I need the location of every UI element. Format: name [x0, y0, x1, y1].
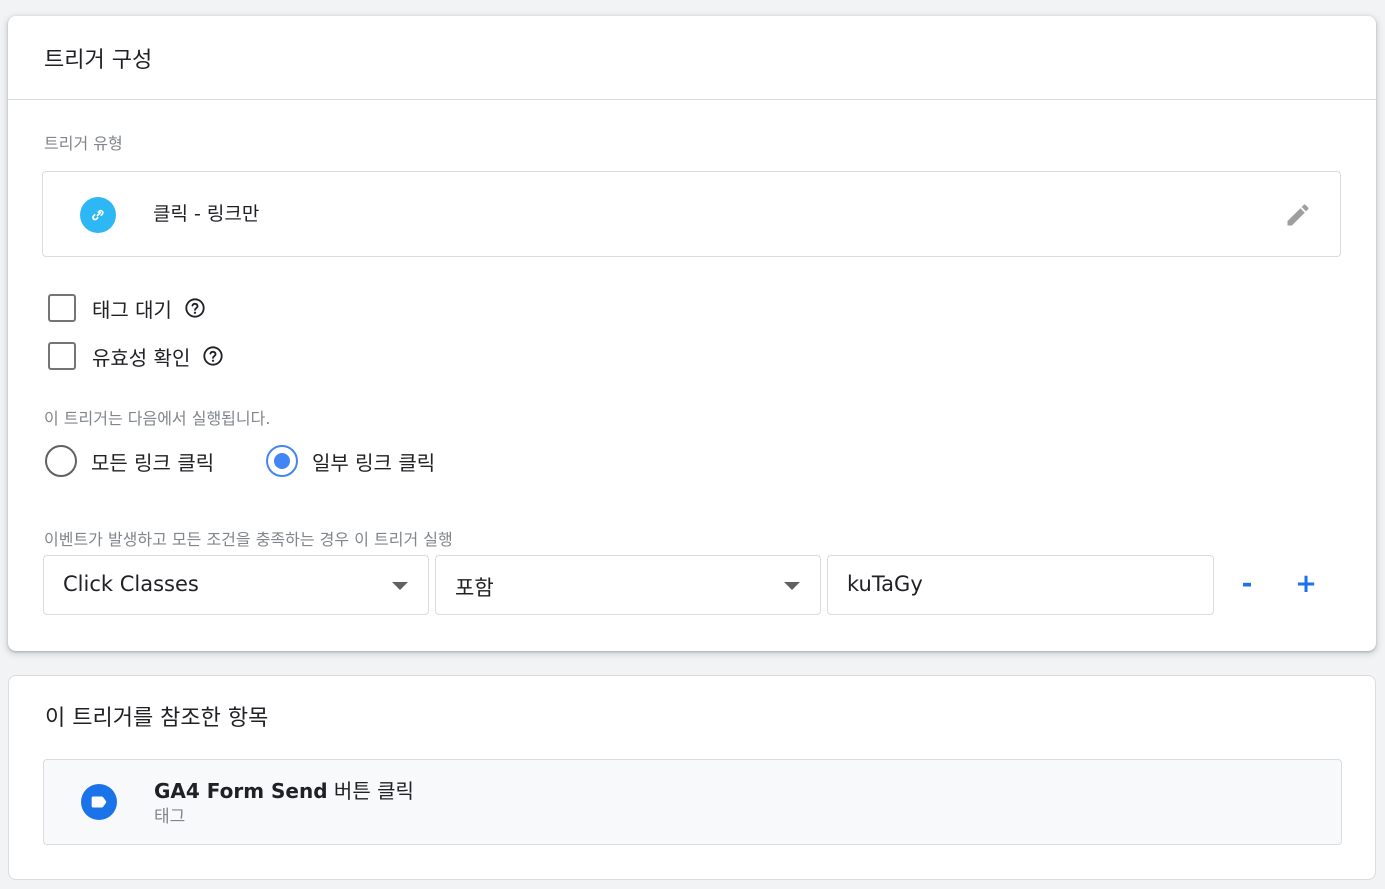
some-link-clicks-option[interactable]: 일부 링크 클릭: [266, 444, 435, 478]
link-icon: [80, 197, 116, 233]
some-link-clicks-radio[interactable]: [266, 445, 298, 477]
reference-kind: 태그: [154, 807, 186, 827]
condition-value: kuTaGy: [847, 572, 923, 596]
variable-value: Click Classes: [63, 572, 199, 596]
trigger-type-selector[interactable]: 클릭 - 링크만: [42, 171, 1341, 257]
condition-label: 이벤트가 발생하고 모든 조건을 충족하는 경우 이 트리거 실행: [44, 530, 453, 549]
reference-name: GA4 Form Send 버튼 클릭: [154, 775, 414, 804]
wait-for-tags-option[interactable]: 태그 대기: [48, 292, 206, 324]
reference-name-bold: GA4 Form Send: [154, 779, 328, 803]
help-icon[interactable]: [202, 345, 224, 367]
value-input[interactable]: kuTaGy: [827, 555, 1214, 615]
dropdown-arrow-icon: [784, 582, 800, 590]
fires-on-label: 이 트리거는 다음에서 실행됩니다.: [44, 409, 271, 428]
radio-label: 모든 링크 클릭: [91, 450, 215, 475]
checkbox-label: 태그 대기: [92, 297, 172, 322]
reference-item[interactable]: GA4 Form Send 버튼 클릭 태그: [43, 759, 1342, 845]
operator-select[interactable]: 포함: [435, 555, 821, 615]
tag-icon: [81, 784, 117, 820]
divider: [8, 99, 1376, 100]
trigger-config-card: 트리거 구성 트리거 유형 클릭 - 링크만 태그 대기 유효성 확인 이 트리…: [8, 16, 1376, 651]
remove-condition-button[interactable]: -: [1231, 568, 1263, 600]
all-link-clicks-option[interactable]: 모든 링크 클릭: [45, 444, 214, 478]
checkbox-label: 유효성 확인: [92, 345, 191, 370]
all-link-clicks-radio[interactable]: [45, 445, 77, 477]
card-title: 트리거 구성: [44, 48, 153, 73]
references-card: 이 트리거를 참조한 항목 GA4 Form Send 버튼 클릭 태그: [8, 675, 1376, 880]
references-title: 이 트리거를 참조한 항목: [45, 706, 269, 731]
radio-label: 일부 링크 클릭: [312, 450, 436, 475]
help-icon[interactable]: [184, 297, 206, 319]
dropdown-arrow-icon: [392, 582, 408, 590]
trigger-type-label: 트리거 유형: [44, 134, 123, 153]
wait-for-tags-checkbox[interactable]: [48, 294, 76, 322]
check-validation-option[interactable]: 유효성 확인: [48, 340, 224, 372]
check-validation-checkbox[interactable]: [48, 342, 76, 370]
add-condition-button[interactable]: +: [1290, 568, 1322, 600]
trigger-type-name: 클릭 - 링크만: [153, 203, 260, 225]
reference-name-rest: 버튼 클릭: [327, 779, 414, 803]
operator-value: 포함: [455, 576, 494, 600]
variable-select[interactable]: Click Classes: [43, 555, 429, 615]
pencil-icon[interactable]: [1282, 199, 1314, 231]
